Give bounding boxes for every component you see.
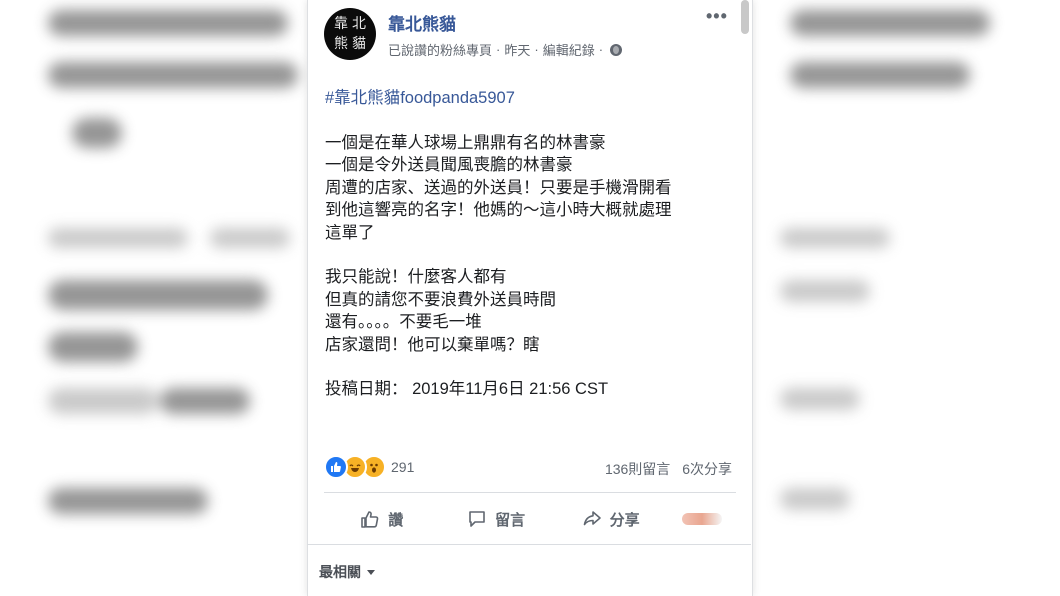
more-options-button[interactable]: ••• <box>706 6 728 27</box>
action-bar: 讚 留言 分享 <box>324 500 736 538</box>
follow-status[interactable]: 已說讚的粉絲專頁 <box>388 40 492 59</box>
hashtag-line: #靠北熊貓foodpanda5907 <box>325 87 735 110</box>
like-label: 讚 <box>388 511 404 529</box>
meta-separator: · <box>598 42 604 57</box>
comment-icon <box>469 511 485 527</box>
hashtag-link[interactable]: #靠北熊貓 <box>325 89 400 107</box>
avatar-char: 熊 <box>334 36 348 52</box>
post-card: 靠 北 熊 貓 靠北熊貓 已說讚的粉絲專頁 · 昨天 · 編輯紀錄 · ••• … <box>307 0 753 596</box>
scrollbar-thumb[interactable] <box>741 0 749 34</box>
body-line: 我只能說！什麼客人都有 <box>325 268 507 286</box>
post-body: #靠北熊貓foodpanda5907 一個是在華人球場上鼎鼎有名的林書豪 一個是… <box>325 87 735 401</box>
thumbs-up-icon <box>361 511 379 528</box>
divider <box>307 544 751 545</box>
avatar-char: 貓 <box>352 36 366 52</box>
avatar-char: 靠 <box>334 16 348 32</box>
body-line: 一個是令外送員聞風喪膽的林書豪 <box>325 156 573 174</box>
divider <box>324 492 736 493</box>
share-button[interactable]: 分享 <box>553 508 667 530</box>
avatar-char: 北 <box>352 16 366 32</box>
body-line: 店家還問！他可以棄單嗎？瞎 <box>325 335 540 354</box>
share-count-link[interactable]: 6次分享 <box>682 461 732 477</box>
blurred-background-left <box>0 0 300 596</box>
page-avatar[interactable]: 靠 北 熊 貓 <box>324 8 376 60</box>
body-line: 一個是在華人球場上鼎鼎有名的林書豪 <box>325 133 606 152</box>
body-line: 這單了 <box>325 223 375 242</box>
reaction-picker-button[interactable] <box>667 513 736 525</box>
reaction-count: 291 <box>391 459 415 475</box>
post-date-line: 投稿日期： 2019年11月6日 21:56 CST <box>325 380 609 398</box>
body-line: 還有。。。。不要毛一堆 <box>325 313 482 331</box>
caret-down-icon <box>367 569 375 575</box>
edit-history-link[interactable]: 編輯紀錄 <box>543 40 595 59</box>
like-button[interactable]: 讚 <box>324 508 438 530</box>
comment-count-link[interactable]: 136則留言 <box>605 461 670 477</box>
blurred-avatar-icon <box>681 513 722 525</box>
share-label: 分享 <box>609 511 640 529</box>
blurred-background-right <box>760 0 1060 596</box>
post-time[interactable]: 昨天 <box>504 40 530 59</box>
reaction-summary[interactable]: 291 <box>324 455 414 479</box>
body-line: 周遭的店家、送過的外送員！只要是手機滑開看 <box>325 178 672 197</box>
globe-icon <box>610 43 623 56</box>
share-icon <box>583 511 601 526</box>
engagement-stats: 136則留言 6次分享 <box>605 459 732 479</box>
comment-sort-dropdown[interactable]: 最相關 <box>319 562 375 582</box>
body-line: 但真的請您不要浪費外送員時間 <box>325 290 556 309</box>
body-line: 到他這響亮的名字！他媽的～這小時大概就處理 <box>325 201 672 219</box>
meta-separator: · <box>496 42 501 57</box>
hashtag-suffix[interactable]: foodpanda5907 <box>400 89 515 107</box>
like-reaction-icon <box>324 455 348 479</box>
post-meta: 已說讚的粉絲專頁 · 昨天 · 編輯紀錄 · <box>388 40 623 59</box>
page-name-link[interactable]: 靠北熊貓 <box>388 10 456 35</box>
comment-button[interactable]: 留言 <box>438 508 552 530</box>
comment-sort-label: 最相關 <box>319 564 361 580</box>
comment-label: 留言 <box>495 511 526 529</box>
meta-separator: · <box>534 42 539 57</box>
